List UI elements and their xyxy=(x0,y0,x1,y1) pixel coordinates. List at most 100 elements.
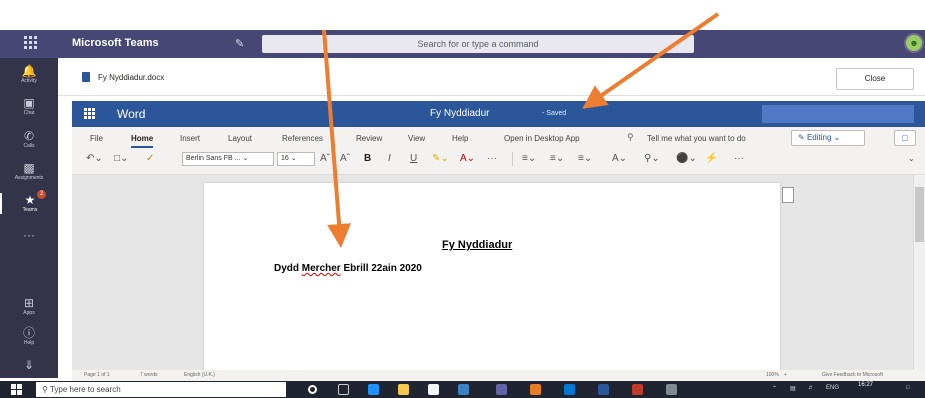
edge-icon[interactable] xyxy=(368,384,379,395)
word-title-bar: Word Fy Nyddiadur - Saved xyxy=(72,101,925,127)
left-rail: 🔔 Activity ▣ Chat ✆ Calls ▩ Assignments … xyxy=(0,58,58,378)
rail-item-chat[interactable]: ▣ Chat xyxy=(0,96,58,117)
font-size-select[interactable]: 16 ⌄ xyxy=(277,152,315,166)
notification-badge: 2 xyxy=(37,190,46,199)
rail-item-assignments[interactable]: ▩ Assignments xyxy=(0,161,58,182)
file-explorer-icon[interactable] xyxy=(398,384,409,395)
editing-label: Editing xyxy=(806,133,832,142)
tab-file[interactable]: File xyxy=(90,134,103,143)
outlook-icon[interactable] xyxy=(564,384,575,395)
more-font-options-icon[interactable]: ··· xyxy=(487,152,497,166)
font-color-icon[interactable]: A⌄ xyxy=(460,152,475,166)
zoom-in-icon[interactable]: + xyxy=(784,370,787,381)
volume-icon[interactable]: ♬ xyxy=(808,385,814,391)
screenshot: Microsoft Teams ✎ Search for or type a c… xyxy=(0,0,925,398)
search-input[interactable]: Search for or type a command xyxy=(262,35,694,53)
document-text-line[interactable]: Dydd Mercher Ebrill 22ain 2020 xyxy=(274,263,422,274)
phone-icon: ✆ xyxy=(23,129,35,143)
bullets-icon[interactable]: ≡⌄ xyxy=(522,152,536,166)
collapse-ribbon-icon[interactable]: ⌄ xyxy=(908,152,915,166)
rail-item-more[interactable]: ··· xyxy=(0,228,58,242)
more-commands-icon[interactable]: ··· xyxy=(734,152,744,166)
tell-me-search[interactable]: Tell me what you want to do xyxy=(647,134,746,143)
rail-item-help[interactable]: ⓘ Help xyxy=(0,326,58,347)
tab-home[interactable]: Home xyxy=(131,134,154,148)
download-icon: ⇓ xyxy=(23,358,35,372)
lightbulb-icon: ⚲ xyxy=(627,132,634,142)
chrome-icon[interactable] xyxy=(530,384,541,395)
rail-item-teams[interactable]: ★ Teams 2 xyxy=(0,190,58,214)
rail-item-download[interactable]: ⇓ xyxy=(0,358,58,372)
store-icon[interactable] xyxy=(428,384,439,395)
document-title[interactable]: Fy Nyddiadur xyxy=(430,108,489,119)
word-app-icon[interactable] xyxy=(598,384,609,395)
bold-icon[interactable]: B xyxy=(364,152,371,166)
rail-item-activity[interactable]: 🔔 Activity xyxy=(0,64,58,85)
notifications-icon[interactable]: □ xyxy=(906,385,910,391)
tab-help[interactable]: Help xyxy=(452,134,468,143)
close-button[interactable]: Close xyxy=(836,68,914,90)
rail-item-apps[interactable]: ⊞ Apps xyxy=(0,296,58,317)
editing-mode-dropdown[interactable]: ✎ Editing ⌄ xyxy=(791,130,865,146)
windows-start-icon[interactable] xyxy=(11,384,22,395)
clipboard-icon[interactable]: □⌄ xyxy=(114,152,128,166)
word-app-launcher-icon[interactable] xyxy=(84,108,96,120)
file-name: Fy Nyddiadur.docx xyxy=(98,73,165,82)
italic-icon[interactable]: I xyxy=(388,152,391,166)
spelling-flagged-word: Mercher xyxy=(301,263,341,274)
word-app-label: Word xyxy=(117,107,146,121)
tab-insert[interactable]: Insert xyxy=(180,134,200,143)
font-name-select[interactable]: Berlin Sans FB ... ⌄ xyxy=(182,152,274,166)
tab-review[interactable]: Review xyxy=(356,134,382,143)
vertical-scrollbar[interactable] xyxy=(913,175,925,370)
undo-icon[interactable]: ↶⌄ xyxy=(86,152,103,166)
feedback-link[interactable]: Give Feedback to Microsoft xyxy=(822,370,883,381)
mail-icon[interactable] xyxy=(458,384,469,395)
more-icon: ··· xyxy=(23,228,35,242)
language-indicator[interactable]: ENG xyxy=(826,385,839,391)
tab-references[interactable]: References xyxy=(282,134,323,143)
clock-time[interactable]: 16:27 xyxy=(858,382,873,389)
app-icon[interactable] xyxy=(666,384,677,395)
find-icon[interactable]: ⚲⌄ xyxy=(644,152,660,166)
underline-icon[interactable]: U xyxy=(410,152,417,166)
ribbon: File Home Insert Layout References Revie… xyxy=(72,127,925,175)
align-icon[interactable]: ≡⌄ xyxy=(578,152,592,166)
document-canvas: Fy Nyddiadur Dydd Mercher Ebrill 22ain 2… xyxy=(72,175,925,370)
word-status-bar: Page 1 of 1 7 words English (U.K.) 100% … xyxy=(72,370,925,381)
scrollbar-thumb[interactable] xyxy=(915,187,924,242)
editor-icon[interactable]: ⚡ xyxy=(705,152,717,166)
increase-font-icon[interactable]: Aˆ xyxy=(340,152,350,166)
teams-app-icon[interactable] xyxy=(496,384,507,395)
network-icon[interactable]: ▤ xyxy=(790,385,796,392)
decrease-font-icon[interactable]: Aˇ xyxy=(320,152,330,166)
tab-view[interactable]: View xyxy=(408,134,425,143)
language[interactable]: English (U.K.) xyxy=(184,370,215,381)
rail-item-calls[interactable]: ✆ Calls xyxy=(0,129,58,150)
bell-icon: 🔔 xyxy=(21,64,37,78)
format-painter-icon[interactable]: ✓ xyxy=(146,152,154,166)
comment-icon[interactable]: □ xyxy=(894,130,916,146)
windows-taskbar: ⚲ Type here to search ⌃ ▤ ♬ ENG 16:27 □ xyxy=(0,381,925,398)
account-area[interactable] xyxy=(762,105,914,123)
styles-icon[interactable]: A⌄ xyxy=(612,152,627,166)
zoom-level[interactable]: 100% xyxy=(766,370,779,381)
dictate-icon[interactable]: ⚫⌄ xyxy=(676,152,697,166)
task-view-icon[interactable] xyxy=(338,384,349,395)
highlight-icon[interactable]: ✎⌄ xyxy=(432,152,449,166)
tray-chevron-icon[interactable]: ⌃ xyxy=(772,385,777,392)
avatar[interactable]: ☻ xyxy=(904,33,924,53)
document-page[interactable]: Fy Nyddiadur Dydd Mercher Ebrill 22ain 2… xyxy=(204,183,780,370)
numbering-icon[interactable]: ≡⌄ xyxy=(550,152,564,166)
compose-icon[interactable]: ✎ xyxy=(235,37,244,50)
app-launcher-icon[interactable] xyxy=(24,36,38,50)
bag-icon: ▩ xyxy=(23,161,35,175)
teams-title-bar: Microsoft Teams ✎ Search for or type a c… xyxy=(0,30,925,58)
cortana-icon[interactable] xyxy=(308,385,317,394)
document-heading[interactable]: Fy Nyddiadur xyxy=(442,239,512,251)
open-in-desktop-app[interactable]: Open in Desktop App xyxy=(504,134,580,143)
acrobat-icon[interactable] xyxy=(632,384,643,395)
tab-layout[interactable]: Layout xyxy=(228,134,252,143)
taskbar-search-input[interactable]: ⚲ Type here to search xyxy=(36,382,286,397)
page-count: Page 1 of 1 xyxy=(84,372,110,378)
